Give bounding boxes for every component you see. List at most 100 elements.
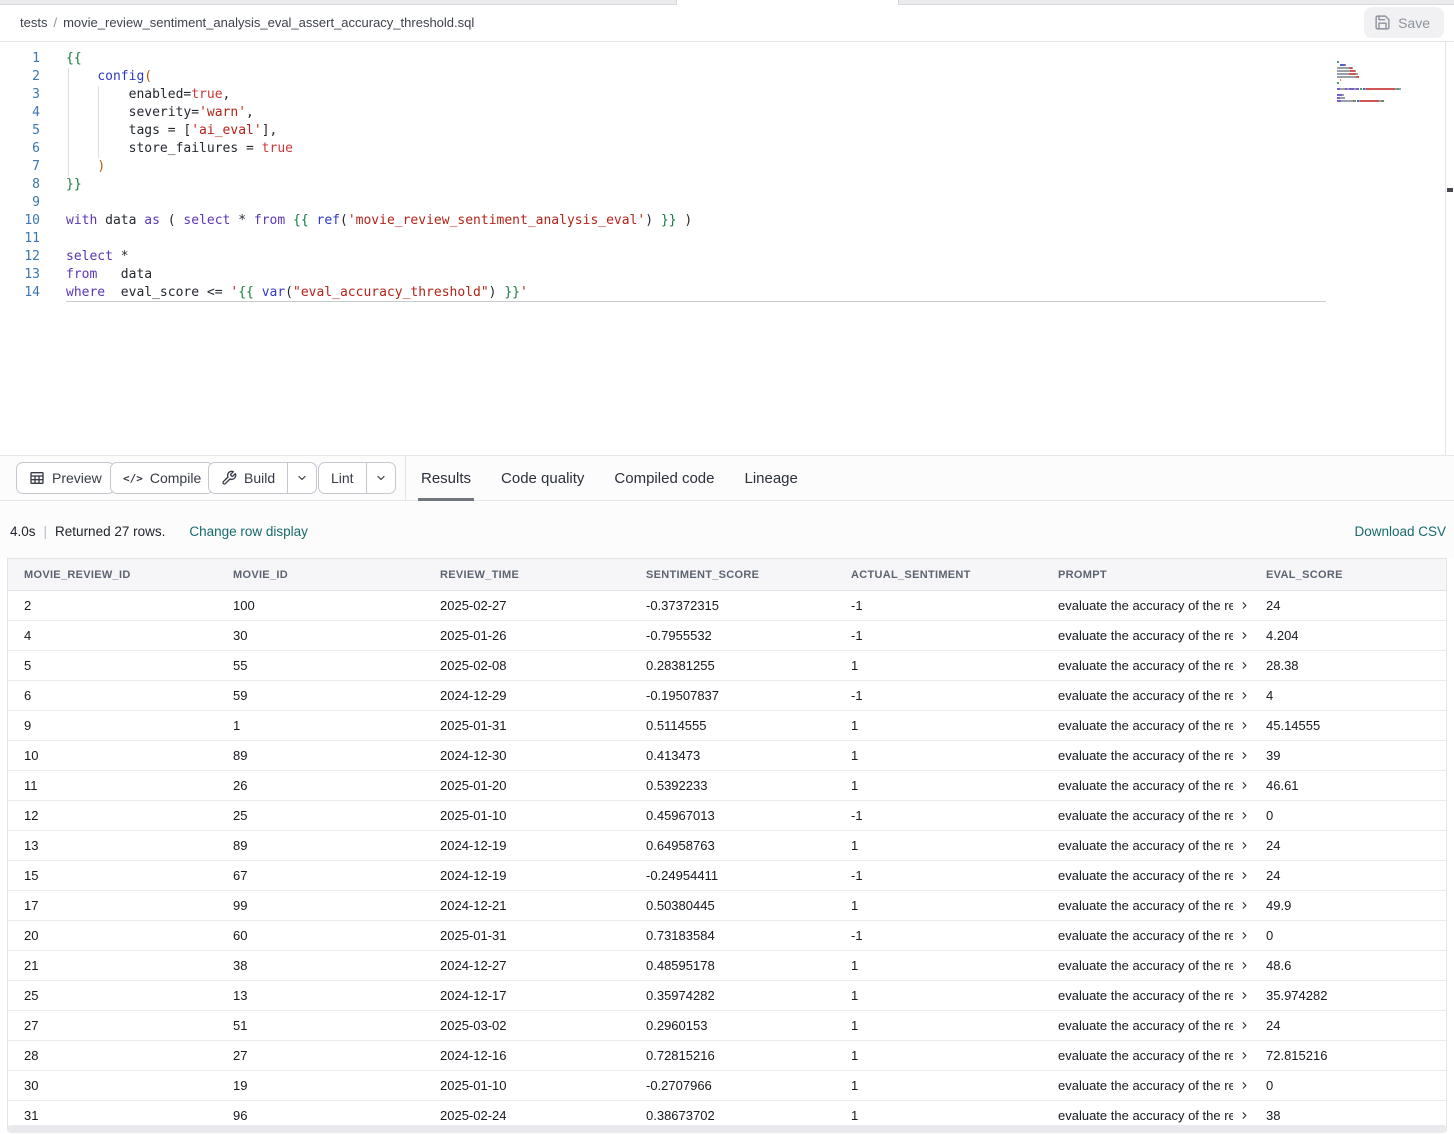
tab-lineage[interactable]: Lineage	[729, 456, 812, 501]
expand-prompt-icon[interactable]	[1239, 780, 1250, 791]
eval-score-cell: 4.204	[1250, 628, 1446, 643]
expand-prompt-icon[interactable]	[1239, 1080, 1250, 1091]
expand-prompt-icon[interactable]	[1239, 720, 1250, 731]
line-number: 8	[0, 176, 40, 194]
table-cell: 0.72815216	[630, 1048, 835, 1063]
table-row: 10892024-12-300.4134731evaluate the accu…	[8, 741, 1446, 771]
build-split-button: Build	[208, 462, 317, 494]
expand-prompt-icon[interactable]	[1239, 960, 1250, 971]
code-area[interactable]: {{ config( enabled=true, severity='warn'…	[66, 50, 1326, 302]
expand-prompt-icon[interactable]	[1239, 870, 1250, 881]
expand-prompt-icon[interactable]	[1239, 690, 1250, 701]
eval-score-cell: 24	[1250, 1018, 1446, 1033]
code-line[interactable]: where eval_score <= '{{ var("eval_accura…	[66, 284, 1326, 302]
prompt-preview-text: evaluate the accuracy of the res…	[1058, 1108, 1233, 1123]
code-line[interactable]: }}	[66, 176, 1326, 194]
table-cell: 0.413473	[630, 748, 835, 763]
prompt-cell: evaluate the accuracy of the res…	[1042, 718, 1250, 733]
expand-prompt-icon[interactable]	[1239, 810, 1250, 821]
code-line[interactable]: with data as ( select * from {{ ref('mov…	[66, 212, 1326, 230]
table-cell: 89	[217, 748, 424, 763]
code-line[interactable]	[66, 194, 1326, 212]
table-cell: 2024-12-19	[424, 838, 630, 853]
status-separator: |	[44, 524, 48, 539]
table-cell: 96	[217, 1108, 424, 1123]
preview-button[interactable]: Preview	[16, 462, 115, 494]
table-cell: 67	[217, 868, 424, 883]
expand-prompt-icon[interactable]	[1239, 660, 1250, 671]
table-cell: 9	[8, 718, 217, 733]
code-line[interactable]: {{	[66, 50, 1326, 68]
results-tab-bar: ResultsCode qualityCompiled codeLineage	[406, 456, 813, 501]
save-button-label: Save	[1398, 15, 1430, 31]
expand-prompt-icon[interactable]	[1239, 600, 1250, 611]
preview-table-icon	[29, 470, 45, 486]
table-cell: 0.50380445	[630, 898, 835, 913]
line-number: 10	[0, 212, 40, 230]
tab-compiled-code[interactable]: Compiled code	[599, 456, 729, 501]
code-line[interactable]: enabled=true,	[66, 86, 1326, 104]
eval-score-cell: 24	[1250, 598, 1446, 613]
table-row: 5552025-02-080.283812551evaluate the acc…	[8, 651, 1446, 681]
tab-code-quality[interactable]: Code quality	[486, 456, 599, 501]
compile-button-label: Compile	[150, 470, 201, 486]
expand-prompt-icon[interactable]	[1239, 1050, 1250, 1061]
line-numbers: 1234567891011121314	[0, 50, 40, 302]
minimap[interactable]	[1337, 54, 1441, 96]
eval-score-cell: 46.61	[1250, 778, 1446, 793]
expand-prompt-icon[interactable]	[1239, 750, 1250, 761]
table-row: 17992024-12-210.503804451evaluate the ac…	[8, 891, 1446, 921]
table-cell: 0.64958763	[630, 838, 835, 853]
table-row: 30192025-01-10-0.27079661evaluate the ac…	[8, 1071, 1446, 1101]
expand-prompt-icon[interactable]	[1239, 840, 1250, 851]
prompt-preview-text: evaluate the accuracy of the res…	[1058, 598, 1233, 613]
table-cell: -1	[835, 808, 1042, 823]
expand-prompt-icon[interactable]	[1239, 900, 1250, 911]
lint-button[interactable]: Lint	[319, 463, 366, 493]
code-line[interactable]: )	[66, 158, 1326, 176]
sql-editor[interactable]: 1234567891011121314 {{ config( enabled=t…	[0, 42, 1454, 455]
column-header: SENTIMENT_SCORE	[630, 569, 835, 581]
lint-dropdown-button[interactable]	[366, 463, 395, 493]
code-line[interactable]: tags = ['ai_eval'],	[66, 122, 1326, 140]
line-number: 6	[0, 140, 40, 158]
eval-score-cell: 0	[1250, 808, 1446, 823]
prompt-preview-text: evaluate the accuracy of the res…	[1058, 958, 1233, 973]
eval-score-cell: 0	[1250, 928, 1446, 943]
code-line[interactable]: store_failures = true	[66, 140, 1326, 158]
table-cell: 1	[217, 718, 424, 733]
query-duration: 4.0s	[10, 524, 36, 539]
download-csv-link[interactable]: Download CSV	[1354, 524, 1446, 539]
prompt-cell: evaluate the accuracy of the res…	[1042, 928, 1250, 943]
code-line[interactable]: severity='warn',	[66, 104, 1326, 122]
expand-prompt-icon[interactable]	[1239, 1020, 1250, 1031]
expand-prompt-icon[interactable]	[1239, 630, 1250, 641]
code-line[interactable]: select *	[66, 248, 1326, 266]
column-header: MOVIE_ID	[217, 569, 424, 581]
save-button[interactable]: Save	[1364, 7, 1444, 38]
code-line[interactable]: config(	[66, 68, 1326, 86]
table-cell: 2	[8, 598, 217, 613]
table-cell: 1	[835, 988, 1042, 1003]
compile-button[interactable]: </> Compile	[110, 462, 214, 494]
editor-scrollbar-track[interactable]	[1445, 42, 1446, 455]
table-cell: 2024-12-16	[424, 1048, 630, 1063]
table-row: 11262025-01-200.53922331evaluate the acc…	[8, 771, 1446, 801]
build-button[interactable]: Build	[209, 463, 287, 493]
eval-score-cell: 4	[1250, 688, 1446, 703]
build-dropdown-button[interactable]	[287, 463, 316, 493]
tab-results[interactable]: Results	[406, 456, 486, 501]
horizontal-scrollbar[interactable]	[7, 1125, 1447, 1133]
table-cell: -1	[835, 868, 1042, 883]
table-cell: 25	[8, 988, 217, 1003]
expand-prompt-icon[interactable]	[1239, 990, 1250, 1001]
eval-score-cell: 24	[1250, 868, 1446, 883]
code-line[interactable]: from data	[66, 266, 1326, 284]
table-cell: 0.45967013	[630, 808, 835, 823]
expand-prompt-icon[interactable]	[1239, 930, 1250, 941]
table-cell: 2025-01-31	[424, 718, 630, 733]
expand-prompt-icon[interactable]	[1239, 1110, 1250, 1121]
code-line[interactable]	[66, 230, 1326, 248]
eval-score-cell: 24	[1250, 838, 1446, 853]
change-row-display-link[interactable]: Change row display	[189, 524, 308, 539]
